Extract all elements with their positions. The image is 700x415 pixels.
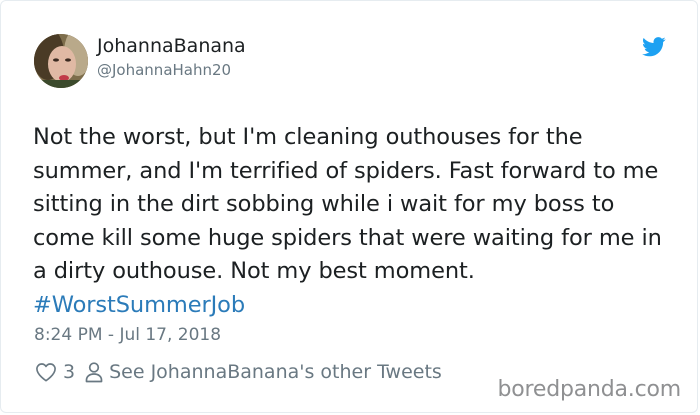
tweet-actions: 3 See JohannaBanana's other Tweets: [35, 361, 442, 383]
twitter-bird-icon[interactable]: [642, 37, 666, 57]
tweet-body: Not the worst, but I'm cleaning outhouse…: [33, 124, 662, 284]
author-handle[interactable]: @JohannaHahn20: [97, 60, 246, 80]
hashtag-link[interactable]: #WorstSummerJob: [33, 292, 245, 318]
heart-icon: [36, 363, 56, 382]
person-icon: [85, 361, 103, 382]
user-photo: [34, 34, 88, 88]
tweet-timestamp[interactable]: 8:24 PM - Jul 17, 2018: [34, 324, 221, 346]
other-tweets-link[interactable]: See JohannaBanana's other Tweets: [85, 361, 442, 383]
like-button[interactable]: 3: [35, 361, 75, 383]
tweet-author[interactable]: JohannaBanana @JohannaHahn20: [97, 35, 246, 80]
author-display-name[interactable]: JohannaBanana: [97, 35, 246, 57]
avatar[interactable]: [34, 34, 88, 88]
tweet-text: Not the worst, but I'm cleaning outhouse…: [33, 121, 673, 322]
like-count: 3: [63, 361, 76, 383]
other-tweets-label[interactable]: See JohannaBanana's other Tweets: [109, 361, 442, 383]
tweet-card: JohannaBanana @JohannaHahn20 Not the wor…: [0, 0, 698, 413]
watermark: boredpanda.com: [497, 377, 681, 402]
